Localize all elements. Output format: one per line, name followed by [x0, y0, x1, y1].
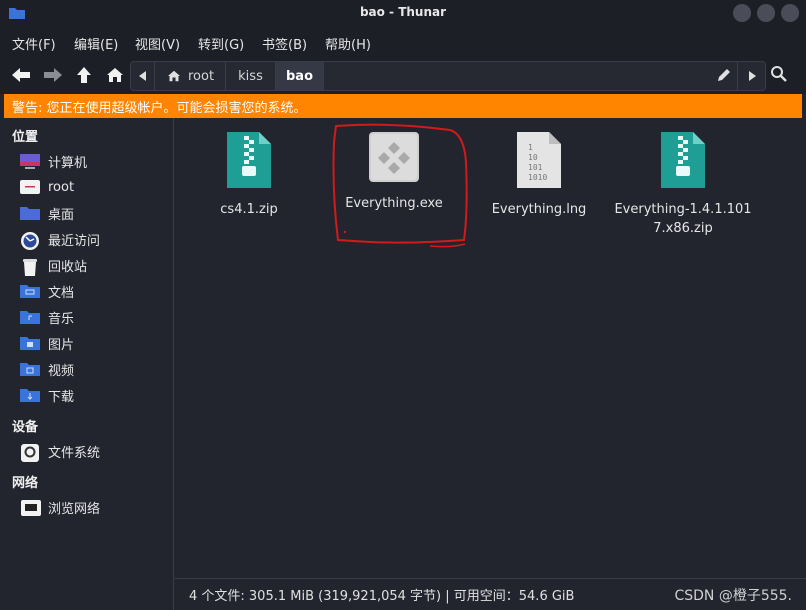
menu-view[interactable]: 视图(V)	[135, 34, 180, 53]
arrow-up-icon	[77, 67, 91, 83]
documents-folder-icon	[20, 283, 40, 299]
videos-folder-icon	[20, 361, 40, 377]
crumb-label: root	[188, 68, 215, 84]
sidebar-item-label: 图片	[48, 337, 75, 353]
triangle-right-icon	[748, 71, 756, 81]
binary-file-icon: 1 10 101 1010	[517, 132, 561, 188]
home-icon	[107, 68, 123, 82]
triangle-left-icon	[138, 71, 146, 81]
pencil-icon	[718, 69, 730, 81]
menu-go[interactable]: 转到(G)	[198, 34, 244, 53]
sidebar-item-videos[interactable]: 视频	[20, 358, 74, 380]
desktop-icon	[20, 205, 40, 221]
sidebar-item-label: 文件系统	[48, 445, 101, 461]
crumb-bao[interactable]: bao	[276, 62, 324, 90]
sidebar-item-desktop[interactable]: 桌面	[20, 202, 74, 224]
sidebar-item-downloads[interactable]: 下载	[20, 384, 74, 406]
sidebar-item-documents[interactable]: 文档	[20, 280, 74, 302]
trash-icon	[20, 257, 40, 276]
network-icon	[20, 499, 41, 516]
crumb-label: kiss	[238, 68, 263, 84]
sidebar-item-root[interactable]: root	[20, 176, 74, 198]
status-bar: 4 个文件: 305.1 MiB (319,921,054 字节) | 可用空间…	[175, 578, 806, 610]
menu-bookmarks[interactable]: 书签(B)	[262, 34, 307, 53]
sidebar-item-label: 视频	[48, 363, 75, 379]
svg-text:10: 10	[528, 153, 538, 162]
crumb-label: bao	[285, 68, 313, 84]
root-warning-banner: 警告: 您正在使用超级帐户。可能会损害您的系统。	[4, 94, 802, 118]
sidebar-item-label: 文档	[48, 285, 75, 301]
sidebar-item-label: 最近访问	[48, 233, 101, 249]
menu-edit[interactable]: 编辑(E)	[74, 34, 118, 53]
menu-help[interactable]: 帮助(H)	[325, 34, 371, 53]
recent-icon	[20, 231, 40, 250]
red-annotation-outline	[332, 123, 468, 248]
maximize-button[interactable]	[757, 4, 775, 22]
sidebar-item-label: 桌面	[48, 207, 75, 223]
sidebar-item-label: 回收站	[48, 259, 88, 275]
computer-icon	[20, 153, 40, 169]
status-text: 4 个文件: 305.1 MiB (319,921,054 字节) | 可用空间…	[189, 589, 575, 604]
sidebar-item-label: root	[48, 179, 75, 195]
sidebar-item-filesystem[interactable]: 文件系统	[20, 440, 100, 462]
file-item[interactable]: Everything-1.4.1.1017.x86.zip	[613, 132, 753, 238]
downloads-folder-icon	[20, 387, 40, 403]
forward-button[interactable]	[40, 62, 66, 88]
path-bar: root kiss bao	[130, 61, 766, 91]
file-name: Everything.lng	[491, 202, 587, 217]
file-item[interactable]: 1 10 101 1010 Everything.lng	[469, 132, 609, 219]
search-icon	[771, 66, 787, 82]
toolbar: root kiss bao	[0, 58, 806, 94]
up-button[interactable]	[71, 62, 97, 88]
menu-bar: 文件(F) 编辑(E) 视图(V) 转到(G) 书签(B) 帮助(H)	[0, 26, 806, 58]
home-folder-icon	[20, 179, 40, 195]
sidebar-heading-network: 网络	[12, 476, 39, 491]
file-grid: cs4.1.zip Everything.exe 1 10 101 1010 E…	[175, 118, 806, 578]
sidebar-item-label: 浏览网络	[48, 501, 101, 517]
crumb-kiss[interactable]: kiss	[226, 62, 276, 90]
file-name: Everything-1.4.1.1017.x86.zip	[614, 202, 752, 236]
watermark-text: CSDN @橙子555.	[674, 588, 792, 604]
drive-icon	[20, 443, 40, 462]
minimize-button[interactable]	[733, 4, 751, 22]
file-item[interactable]: cs4.1.zip	[179, 132, 319, 219]
sidebar-item-label: 下载	[48, 389, 75, 405]
pictures-folder-icon	[20, 335, 40, 351]
path-scroll-left-button[interactable]	[131, 62, 155, 90]
sidebar-heading-devices: 设备	[12, 420, 39, 435]
sidebar: 位置 计算机 root 桌面 最近访问 回收站 文档 音乐 图片 视频 下载 设…	[0, 118, 174, 610]
back-button[interactable]	[8, 62, 34, 88]
title-bar: bao - Thunar	[0, 0, 806, 26]
home-button[interactable]	[102, 62, 128, 88]
sidebar-item-computer[interactable]: 计算机	[20, 150, 87, 172]
zip-archive-icon	[661, 132, 705, 188]
search-button[interactable]	[770, 65, 792, 87]
svg-text:1010: 1010	[528, 173, 547, 182]
svg-text:1: 1	[528, 143, 533, 152]
menu-file[interactable]: 文件(F)	[12, 34, 56, 53]
edit-location-button[interactable]	[717, 68, 733, 84]
sidebar-item-label: 音乐	[48, 311, 75, 327]
sidebar-item-pictures[interactable]: 图片	[20, 332, 74, 354]
window-title: bao - Thunar	[359, 5, 447, 19]
arrow-left-icon	[12, 68, 30, 82]
sidebar-item-music[interactable]: 音乐	[20, 306, 74, 328]
music-folder-icon	[20, 309, 40, 325]
sidebar-item-trash[interactable]: 回收站	[20, 254, 87, 276]
zip-archive-icon	[227, 132, 271, 188]
close-button[interactable]	[781, 4, 799, 22]
home-icon	[168, 70, 180, 82]
sidebar-heading-places: 位置	[12, 130, 39, 145]
arrow-right-icon	[44, 68, 62, 82]
sidebar-item-recent[interactable]: 最近访问	[20, 228, 100, 250]
file-name: cs4.1.zip	[220, 202, 278, 217]
path-scroll-right-button[interactable]	[737, 62, 765, 90]
sidebar-item-browse-network[interactable]: 浏览网络	[20, 496, 100, 518]
svg-text:101: 101	[528, 163, 543, 172]
sidebar-item-label: 计算机	[48, 155, 88, 171]
crumb-root[interactable]: root	[155, 62, 226, 90]
